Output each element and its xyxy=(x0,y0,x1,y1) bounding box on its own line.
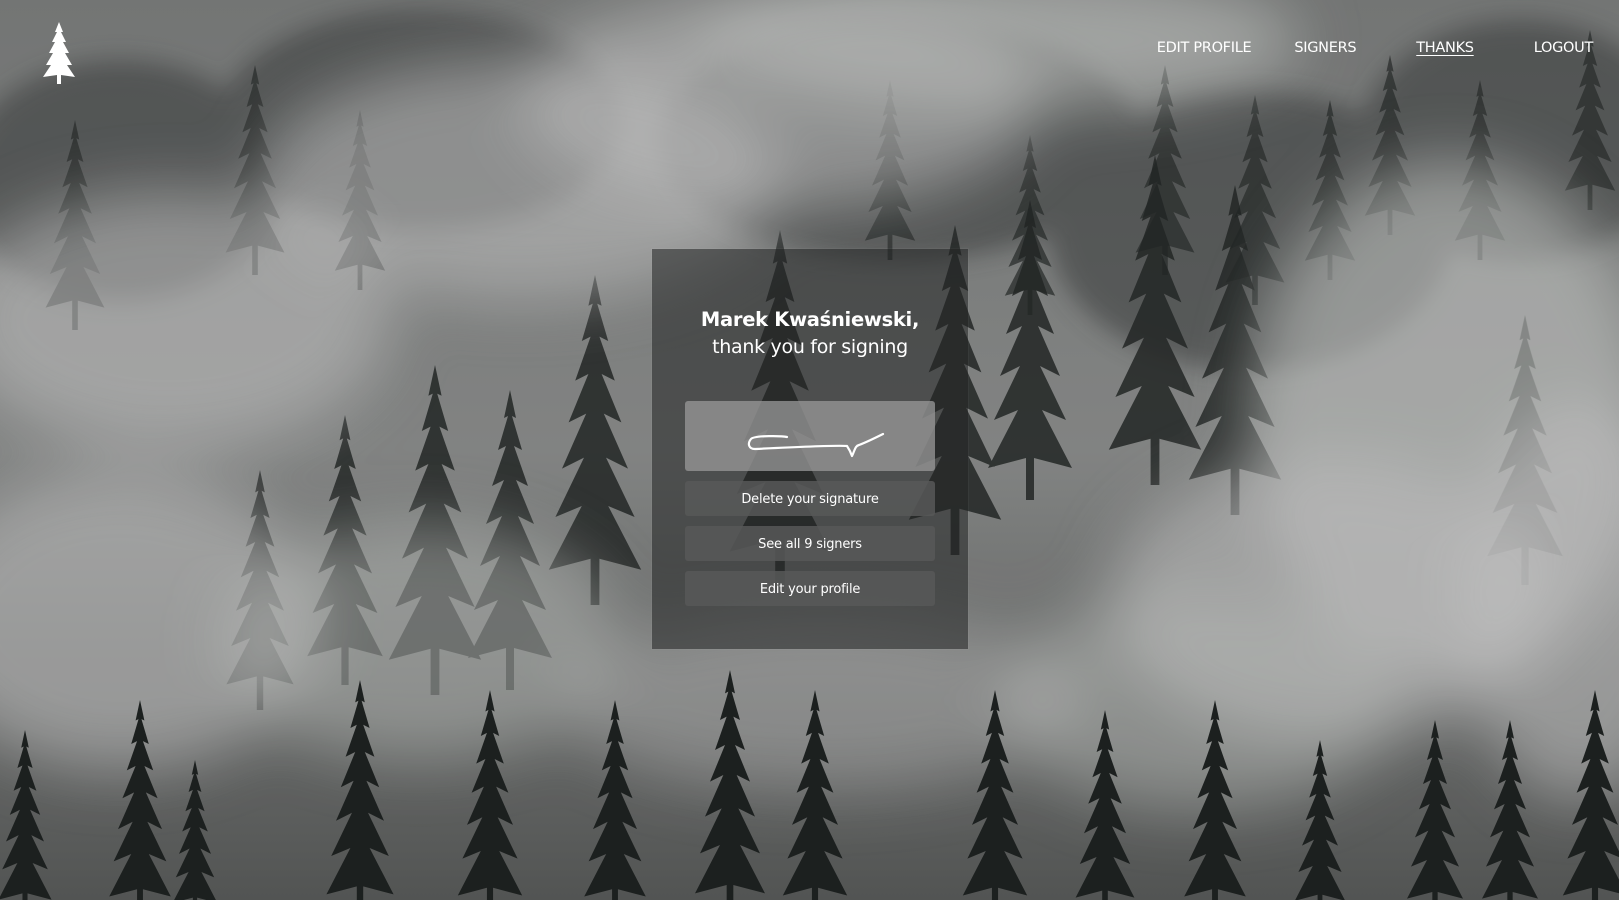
nav-edit-profile[interactable]: EDIT PROFILE xyxy=(1157,38,1252,58)
nav-signers[interactable]: SIGNERS xyxy=(1294,38,1356,58)
thanks-card: Marek Kwaśniewski, thank you for signing… xyxy=(652,249,968,649)
main-nav: EDIT PROFILE SIGNERS THANKS LOGOUT xyxy=(1157,38,1594,58)
nav-logout[interactable]: LOGOUT xyxy=(1534,38,1594,58)
pine-tree-icon[interactable] xyxy=(34,20,84,86)
signature-image xyxy=(685,401,935,471)
nav-thanks[interactable]: THANKS xyxy=(1416,38,1474,58)
see-signers-button[interactable]: See all 9 signers xyxy=(685,526,935,561)
edit-profile-button[interactable]: Edit your profile xyxy=(685,571,935,606)
delete-signature-button[interactable]: Delete your signature xyxy=(685,481,935,516)
signature-drawing xyxy=(747,432,885,458)
thanks-page: EDIT PROFILE SIGNERS THANKS LOGOUT Marek… xyxy=(0,0,1619,900)
greeting: Marek Kwaśniewski, thank you for signing xyxy=(652,307,968,361)
thanks-message: thank you for signing xyxy=(712,336,908,358)
user-name: Marek Kwaśniewski, xyxy=(700,308,920,331)
